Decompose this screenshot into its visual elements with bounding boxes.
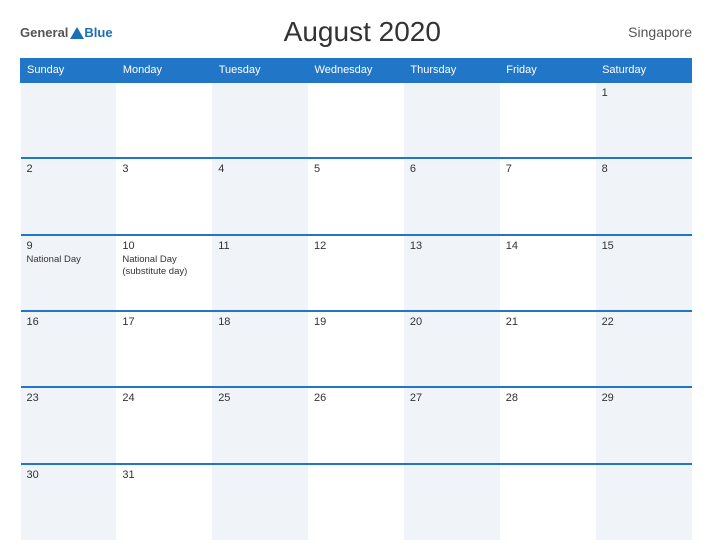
calendar-cell: 30 [21, 464, 117, 540]
day-number: 6 [410, 163, 494, 175]
day-number: 5 [314, 163, 398, 175]
calendar-cell [596, 464, 692, 540]
day-number: 2 [27, 163, 111, 175]
calendar-cell: 15 [596, 235, 692, 311]
calendar-title: August 2020 [113, 16, 612, 48]
calendar-week-row: 1 [21, 82, 692, 158]
calendar-cell [308, 82, 404, 158]
day-number: 25 [218, 392, 302, 404]
day-number: 17 [122, 316, 206, 328]
day-number: 24 [122, 392, 206, 404]
day-number: 15 [602, 240, 686, 252]
day-number: 22 [602, 316, 686, 328]
header-tuesday: Tuesday [212, 59, 308, 83]
calendar-cell [404, 82, 500, 158]
calendar-cell: 16 [21, 311, 117, 387]
calendar-cell: 8 [596, 158, 692, 234]
calendar-cell [212, 82, 308, 158]
calendar-cell: 11 [212, 235, 308, 311]
day-number: 10 [122, 240, 206, 252]
calendar-cell [500, 464, 596, 540]
calendar-cell: 2 [21, 158, 117, 234]
day-number: 11 [218, 240, 302, 252]
calendar-week-row: 30 31 [21, 464, 692, 540]
calendar-cell: 1 [596, 82, 692, 158]
logo-triangle-icon [70, 27, 84, 39]
calendar-cell: 13 [404, 235, 500, 311]
day-number: 7 [506, 163, 590, 175]
day-number: 14 [506, 240, 590, 252]
header-wednesday: Wednesday [308, 59, 404, 83]
calendar-cell: 19 [308, 311, 404, 387]
day-number: 26 [314, 392, 398, 404]
day-number: 18 [218, 316, 302, 328]
calendar-cell: 14 [500, 235, 596, 311]
header-friday: Friday [500, 59, 596, 83]
calendar-cell [404, 464, 500, 540]
day-number: 23 [27, 392, 111, 404]
day-number: 1 [602, 87, 686, 99]
calendar-cell: 27 [404, 387, 500, 463]
calendar-cell [21, 82, 117, 158]
day-number: 13 [410, 240, 494, 252]
calendar-week-row: 2345678 [21, 158, 692, 234]
calendar-week-row: 23 24 25 26 27 28 29 [21, 387, 692, 463]
calendar-table: Sunday Monday Tuesday Wednesday Thursday… [20, 58, 692, 540]
header-sunday: Sunday [21, 59, 117, 83]
day-number: 28 [506, 392, 590, 404]
calendar-cell: 17 [116, 311, 212, 387]
header-thursday: Thursday [404, 59, 500, 83]
logo-blue-text: Blue [84, 25, 112, 40]
calendar-cell: 9 National Day [21, 235, 117, 311]
day-number: 31 [122, 469, 206, 481]
calendar-cell: 22 [596, 311, 692, 387]
day-number: 19 [314, 316, 398, 328]
calendar-cell: 12 [308, 235, 404, 311]
calendar-cell [212, 464, 308, 540]
event-label: (substitute day) [122, 266, 206, 278]
day-number: 12 [314, 240, 398, 252]
event-label: National Day [27, 254, 111, 266]
calendar-cell [116, 82, 212, 158]
logo: General Blue [20, 25, 113, 40]
day-number: 20 [410, 316, 494, 328]
calendar-cell: 31 [116, 464, 212, 540]
day-number: 4 [218, 163, 302, 175]
day-number: 21 [506, 316, 590, 328]
calendar-cell [500, 82, 596, 158]
calendar-week-row: 9National Day10National Day(substitute d… [21, 235, 692, 311]
calendar-cell: 18 [212, 311, 308, 387]
region-label: Singapore [612, 24, 692, 40]
logo-general-text: General [20, 25, 68, 40]
header-saturday: Saturday [596, 59, 692, 83]
calendar-header: General Blue August 2020 Singapore [20, 16, 692, 48]
calendar-cell: 25 [212, 387, 308, 463]
calendar-cell: 4 [212, 158, 308, 234]
day-number: 16 [27, 316, 111, 328]
calendar-cell: 20 [404, 311, 500, 387]
calendar-cell: 5 [308, 158, 404, 234]
calendar-cell: 10 National Day(substitute day) [116, 235, 212, 311]
header-monday: Monday [116, 59, 212, 83]
calendar-week-row: 16 17 18 19 20 21 22 [21, 311, 692, 387]
day-number: 8 [602, 163, 686, 175]
calendar-cell: 23 [21, 387, 117, 463]
calendar-cell: 7 [500, 158, 596, 234]
day-number: 27 [410, 392, 494, 404]
calendar-cell: 21 [500, 311, 596, 387]
calendar-page: General Blue August 2020 Singapore Sunda… [0, 0, 712, 550]
calendar-cell: 3 [116, 158, 212, 234]
weekday-header-row: Sunday Monday Tuesday Wednesday Thursday… [21, 59, 692, 83]
calendar-cell: 24 [116, 387, 212, 463]
calendar-cell [308, 464, 404, 540]
event-label: National Day [122, 254, 206, 266]
calendar-cell: 28 [500, 387, 596, 463]
day-number: 30 [27, 469, 111, 481]
calendar-cell: 6 [404, 158, 500, 234]
calendar-cell: 29 [596, 387, 692, 463]
day-number: 29 [602, 392, 686, 404]
calendar-cell: 26 [308, 387, 404, 463]
day-number: 9 [27, 240, 111, 252]
day-number: 3 [122, 163, 206, 175]
